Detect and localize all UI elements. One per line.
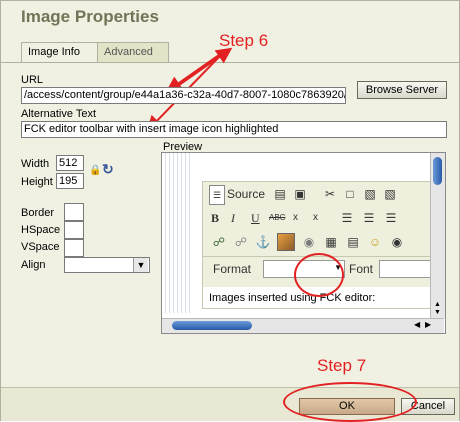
vspace-label: VSpace [21,241,60,253]
preview-horizontal-scrollbar[interactable]: ◀ ▶ [162,318,444,333]
height-label: Height [21,176,53,188]
table-icon: ▦ [325,235,337,249]
toolbar-row-1: ☰ Source ▤ ▣ ✂ □ ▧ ▧ [203,182,443,206]
newpage-icon: ▣ [294,187,306,201]
underline-icon: U [251,211,260,225]
preview-margin [162,153,192,313]
vertical-scroll-thumb[interactable] [433,157,442,185]
highlight-circle [294,253,344,297]
vspace-input[interactable] [64,239,84,257]
anchor-icon: ⚓ [255,235,271,249]
unlink-icon: ☍ [234,235,248,249]
ok-highlight-circle [283,382,417,422]
unordered-list-icon: ☰ [363,211,375,225]
hspace-label: HSpace [21,224,61,236]
scroll-right-icon[interactable]: ▶ [425,320,431,329]
rule-icon: ▤ [347,235,359,249]
flash-icon: ◉ [303,235,315,249]
hspace-input[interactable] [64,221,84,239]
cut-icon: ✂ [324,187,336,201]
align-select[interactable]: ▼ [64,257,150,273]
url-input[interactable]: /access/content/group/e44a1a36-c32a-40d7… [21,87,346,104]
link-icon: ☍ [212,235,226,249]
reset-size-icon[interactable]: ↻ [102,161,114,178]
superscript-icon: x [313,212,318,223]
step-7-annotation: Step 7 [317,356,367,375]
toolbar-row-2: B I U ABC x x ☰ ☰ ☰ [203,206,443,230]
alt-text-label: Alternative Text [21,108,97,120]
width-label: Width [21,158,50,170]
strike-icon: ABC [269,213,286,222]
height-input[interactable]: 195 [56,173,84,189]
arrow-back-icon [178,47,233,86]
chevron-down-icon[interactable]: ▼ [133,258,148,272]
outdent-icon: ☰ [385,211,397,225]
align-label: Align [21,259,46,271]
font-label: Font [349,262,374,276]
border-input[interactable] [64,203,84,221]
paste-icon: ▧ [364,187,376,201]
toolbar-row-3: ☍ ☍ ⚓ ◉ ▦ ▤ ☺ ◉ [203,230,443,254]
save-icon: ▤ [274,187,286,201]
lock-ratio-icon[interactable]: 🔒 [89,165,101,176]
source-label: Source [227,187,266,201]
width-input[interactable]: 512 [56,155,84,171]
special-char-icon: ◉ [391,235,403,249]
url-label: URL [21,74,44,86]
italic-icon: I [231,211,235,225]
scroll-left-icon[interactable]: ◀ [414,320,420,329]
subscript-icon: x [293,212,298,223]
arrow-to-url-icon [165,54,220,93]
dialog-title: Image Properties [21,7,159,26]
ordered-list-icon: ☰ [341,211,353,225]
copy-icon: □ [346,187,354,201]
scroll-down-icon[interactable]: ▼ [434,309,441,316]
horizontal-scroll-thumb[interactable] [172,321,252,330]
preview-pane: ☰ Source ▤ ▣ ✂ □ ▧ ▧ B I U ABC x x ☰ ☰ ☰ [161,152,446,334]
smiley-icon: ☺ [368,235,382,249]
browse-server-button[interactable]: Browse Server [357,81,447,99]
paste-text-icon: ▧ [384,187,396,201]
alt-text-input[interactable]: FCK editor toolbar with insert image ico… [21,121,447,138]
image-properties-dialog: Image Properties Image Info Advanced Ste… [0,0,460,422]
format-label: Format [213,262,252,276]
insert-image-icon [277,233,295,251]
scroll-up-icon[interactable]: ▲ [434,301,441,308]
preview-vertical-scrollbar[interactable]: ▲ ▼ [430,153,445,318]
border-label: Border [21,207,55,219]
source-icon: ☰ [209,185,225,205]
bold-icon: B [211,211,220,225]
